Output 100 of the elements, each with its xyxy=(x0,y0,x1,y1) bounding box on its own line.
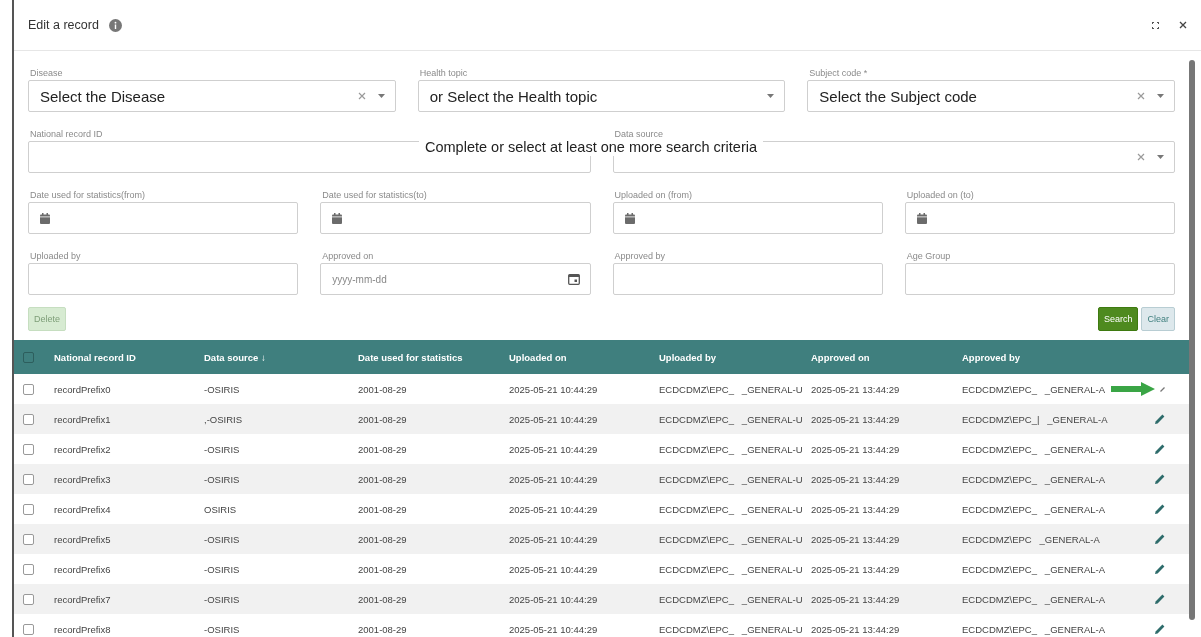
table-cell-text: recordPrefix7 xyxy=(54,593,112,605)
pencil-icon[interactable] xyxy=(1155,564,1165,574)
input-field[interactable] xyxy=(28,263,299,295)
table-cell-text: ECDCDMZ\EPC _GENERAL-A xyxy=(962,533,1101,545)
pencil-icon[interactable] xyxy=(1155,504,1165,514)
calendar-icon[interactable] xyxy=(567,273,580,285)
clear-icon[interactable] xyxy=(357,92,366,100)
table-cell-text: recordPrefix6 xyxy=(54,563,112,575)
table-cell-text: recordPrefix2 xyxy=(54,443,112,455)
table-cell-text: ECDCDMZ\EPC_ _GENERAL-U xyxy=(659,623,804,635)
table-cell-text: recordPrefix4 xyxy=(54,503,112,515)
table-cell-text: ECDCDMZ\EPC_ _GENERAL-U xyxy=(659,593,804,605)
field-label: Approved by xyxy=(613,251,666,261)
checkbox[interactable] xyxy=(23,593,34,605)
field-label: Date used for statistics(to) xyxy=(321,190,427,200)
caret-icon[interactable] xyxy=(377,94,385,98)
table-cell-text: 2025-05-21 13:44:29 xyxy=(811,383,901,395)
field-label: Age Group xyxy=(905,251,951,261)
date-field[interactable] xyxy=(612,202,883,234)
calendar-icon[interactable] xyxy=(332,212,343,224)
table-cell-text: 2025-05-21 10:44:29 xyxy=(509,383,599,395)
field-label: Approved on xyxy=(321,251,374,261)
edit-icon[interactable] xyxy=(1160,386,1165,392)
field-label: Uploaded by xyxy=(29,251,81,261)
table-cell-text: 2025-05-21 10:44:29 xyxy=(509,563,599,575)
table-cell-text: ECDCDMZ\EPC_ _GENERAL-U xyxy=(659,503,804,515)
table-cell-text: recordPrefix5 xyxy=(54,533,112,545)
field-label: Data source xyxy=(613,129,664,139)
select-value: or Select the Health topic xyxy=(429,87,599,105)
clear-icon[interactable] xyxy=(1137,153,1145,161)
input-field[interactable] xyxy=(904,263,1175,295)
table-cell-text: ECDCDMZ\EPC_ _GENERAL-A xyxy=(962,473,1107,485)
select-value: Select the Subject code xyxy=(819,87,978,105)
pencil-icon[interactable] xyxy=(1155,534,1165,544)
caret-icon[interactable] xyxy=(767,94,775,98)
table-cell-text: 2001-08-29 xyxy=(358,473,408,485)
table-cell-text: 2001-08-29 xyxy=(358,623,408,635)
table-cell-text: 2025-05-21 10:44:29 xyxy=(509,503,599,515)
clear-button[interactable]: Clear xyxy=(1141,307,1175,331)
pencil-icon[interactable] xyxy=(1155,414,1165,424)
column-header[interactable]: Approved by xyxy=(962,351,1127,363)
table-cell-text: recordPrefix1 xyxy=(54,413,112,425)
column-header[interactable]: Uploaded on xyxy=(509,351,659,363)
table-cell-text: 2025-05-21 13:44:29 xyxy=(811,623,901,635)
table-cell-text: -OSIRIS xyxy=(204,593,241,605)
calendar-icon[interactable] xyxy=(624,212,635,224)
input-field[interactable] xyxy=(612,263,883,295)
table-cell-text: 2001-08-29 xyxy=(358,413,408,425)
table-cell-text: ECDCDMZ\EPC_ _GENERAL-U xyxy=(659,413,804,425)
select-field[interactable]: or Select the Health topic xyxy=(417,80,786,112)
table-cell-text: ECDCDMZ\EPC_ _GENERAL-A xyxy=(962,503,1107,515)
close-icon[interactable] xyxy=(1179,21,1187,29)
column-header[interactable]: Date used for statistics xyxy=(358,351,509,363)
checkbox[interactable] xyxy=(23,563,34,575)
checkbox[interactable] xyxy=(23,443,34,455)
column-header[interactable]: National record ID xyxy=(54,351,204,363)
select-field[interactable]: Select the Disease xyxy=(28,80,396,112)
pencil-icon[interactable] xyxy=(1155,594,1165,604)
table-cell-text: ECDCDMZ\EPC_ _GENERAL-U xyxy=(659,533,804,545)
table-cell-text: 2025-05-21 10:44:29 xyxy=(509,623,599,635)
table-cell-text: 2001-08-29 xyxy=(358,533,408,545)
column-header[interactable]: Uploaded by xyxy=(659,351,811,363)
caret-icon[interactable] xyxy=(1157,94,1164,98)
table-cell-text: ECDCDMZ\EPC_ _GENERAL-A xyxy=(962,383,1107,395)
table-cell-text: recordPrefix3 xyxy=(54,473,112,485)
caret-icon[interactable] xyxy=(1157,155,1164,159)
date-field[interactable]: yyyy-mm-dd xyxy=(320,263,591,295)
table-cell-text: 2001-08-29 xyxy=(358,503,408,515)
info-icon[interactable] xyxy=(108,18,122,32)
date-field[interactable] xyxy=(320,202,591,234)
date-field[interactable] xyxy=(904,202,1175,234)
pencil-icon[interactable] xyxy=(1155,444,1165,454)
table-cell-text: ECDCDMZ\EPC_ _GENERAL-U xyxy=(659,443,804,455)
table-cell-text: 2001-08-29 xyxy=(358,443,408,455)
checkbox[interactable] xyxy=(23,503,34,515)
search-button[interactable]: Search xyxy=(1097,307,1139,331)
checkbox[interactable] xyxy=(23,413,34,425)
table-cell-text: -OSIRIS xyxy=(204,383,241,395)
clear-icon[interactable] xyxy=(1137,92,1145,100)
checkbox[interactable] xyxy=(23,533,34,545)
table-cell-text: 2025-05-21 10:44:29 xyxy=(509,443,599,455)
table-cell-text: ECDCDMZ\EPC_ _GENERAL-U xyxy=(659,563,804,575)
table-cell-text: 2025-05-21 10:44:29 xyxy=(509,593,599,605)
table-cell-text: ECDCDMZ\EPC_ _GENERAL-U xyxy=(659,473,804,485)
checkbox[interactable] xyxy=(23,623,34,635)
pencil-icon[interactable] xyxy=(1155,474,1165,484)
checkbox[interactable] xyxy=(23,351,34,363)
calendar-icon[interactable] xyxy=(40,212,50,224)
checkbox[interactable] xyxy=(23,383,34,395)
column-header[interactable]: Approved on xyxy=(811,351,962,363)
calendar-icon[interactable] xyxy=(916,212,927,224)
fullscreen-icon[interactable] xyxy=(1152,21,1159,29)
column-header[interactable]: Data source ↓ xyxy=(204,351,358,363)
checkbox[interactable] xyxy=(23,473,34,485)
select-field[interactable]: Select the Subject code xyxy=(807,80,1175,112)
pencil-icon[interactable] xyxy=(1155,624,1165,634)
table-cell-text: recordPrefix8 xyxy=(54,623,112,635)
field-label: Disease xyxy=(29,68,63,78)
table-cell-text: -OSIRIS xyxy=(204,443,241,455)
date-field[interactable] xyxy=(28,202,299,234)
